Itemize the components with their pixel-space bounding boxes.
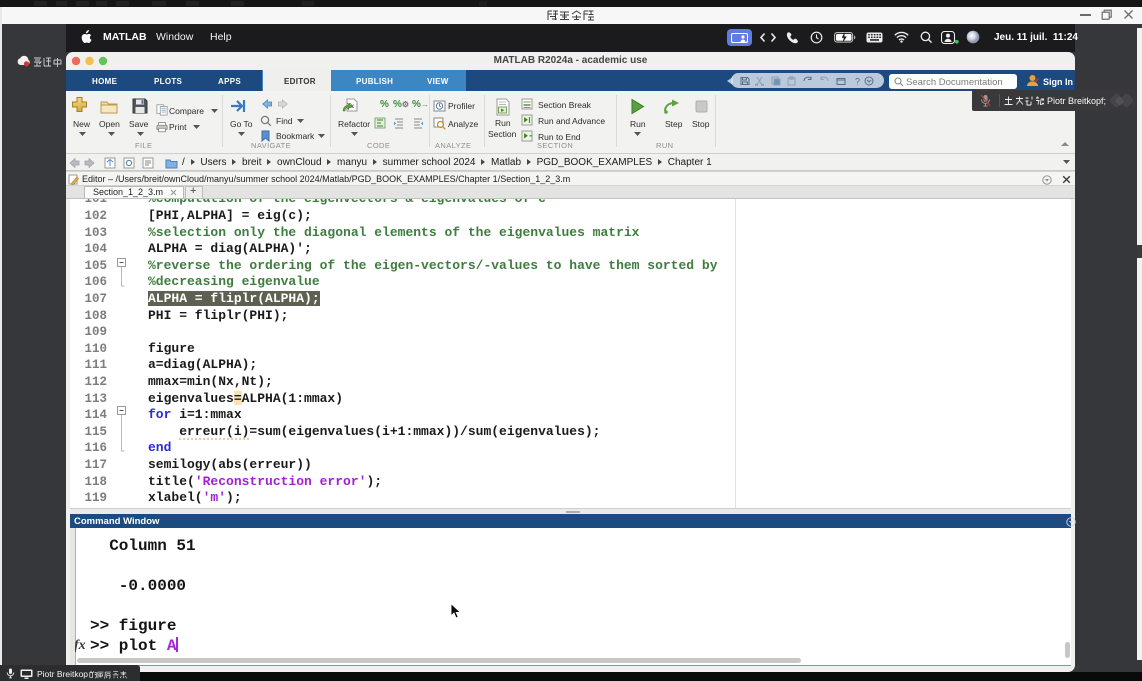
svg-text:?: ? [855,77,860,87]
